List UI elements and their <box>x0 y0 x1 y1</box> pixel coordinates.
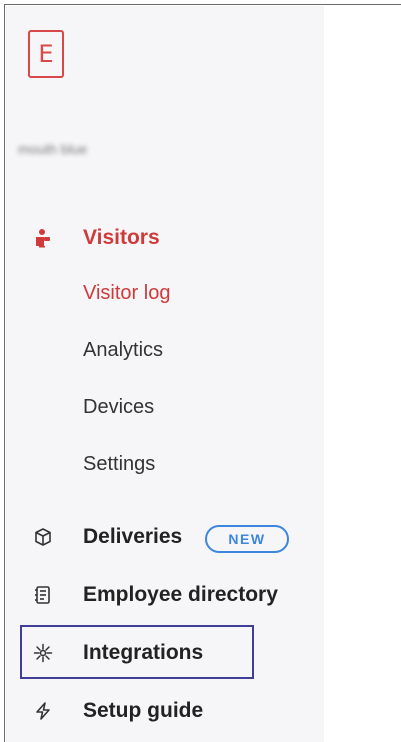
lightning-icon <box>33 701 53 721</box>
person-badge-icon <box>33 228 53 248</box>
directory-icon <box>33 585 53 605</box>
integrations-highlight-box <box>20 625 254 679</box>
sub-item-settings[interactable]: Settings <box>83 453 155 476</box>
sub-item-devices[interactable]: Devices <box>83 396 154 419</box>
envoy-logo[interactable]: E <box>28 30 64 78</box>
nav-label-setup-guide: Setup guide <box>83 699 204 722</box>
workspace-name[interactable]: mouth blue <box>18 141 87 159</box>
sub-item-analytics[interactable]: Analytics <box>83 339 163 362</box>
nav-label-employee-directory: Employee directory <box>83 583 278 606</box>
nav-label-visitors: Visitors <box>83 226 160 249</box>
sub-item-visitor-log[interactable]: Visitor log <box>83 282 170 305</box>
new-badge: NEW <box>205 525 289 553</box>
nav-label-deliveries: Deliveries <box>83 525 183 548</box>
package-icon <box>33 527 53 547</box>
